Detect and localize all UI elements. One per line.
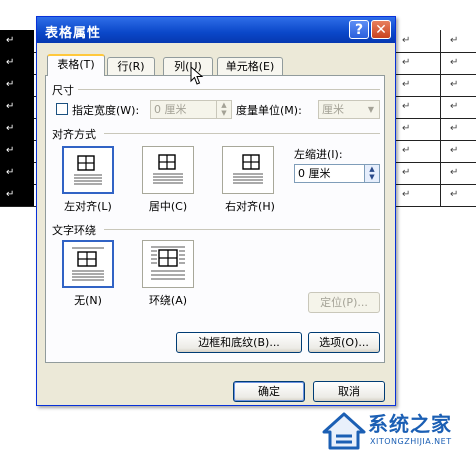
wrap-around-icon — [151, 246, 185, 280]
tab-row[interactable]: 行(R) — [107, 57, 155, 75]
cancel-button[interactable]: 取消 — [313, 381, 385, 402]
positioning-button[interactable]: 定位(P)... — [308, 292, 380, 313]
selected-cell: ↵ — [0, 74, 34, 96]
close-button[interactable]: ✕ — [371, 20, 391, 39]
selected-cell: ↵ — [0, 118, 34, 140]
watermark-url: XITONGZHIJIA.NET — [370, 437, 452, 446]
align-center-label: 居中(C) — [148, 200, 188, 213]
wrap-around-option[interactable] — [142, 240, 194, 288]
ok-button[interactable]: 确定 — [233, 381, 305, 402]
selected-cell: ↵ — [0, 96, 34, 118]
width-input[interactable]: 0 厘米 ▲ ▼ — [150, 100, 232, 119]
align-left-label: 左对齐(L) — [64, 200, 112, 213]
left-indent-input[interactable]: 0 厘米 ▲ ▼ — [294, 164, 380, 183]
chevron-down-icon: ▼ — [367, 105, 375, 114]
watermark-text: 系统之家 — [368, 412, 452, 436]
wrap-none-option[interactable] — [62, 240, 114, 288]
wrap-none-label: 无(N) — [74, 294, 102, 307]
borders-shading-button[interactable]: 边框和底纹(B)... — [176, 332, 302, 353]
selected-cell: ↵ — [0, 30, 34, 52]
unit-label: 度量单位(M): — [236, 104, 302, 117]
selected-cell: ↵ — [0, 52, 34, 74]
mouse-cursor-icon — [190, 66, 204, 85]
align-left-option[interactable] — [62, 146, 114, 194]
specify-width-label: 指定宽度(W): — [72, 104, 140, 117]
align-right-icon — [233, 154, 263, 184]
dialog-title: 表格属性 — [45, 26, 102, 41]
align-right-label: 右对齐(H) — [225, 200, 275, 213]
tab-table[interactable]: 表格(T) — [47, 54, 105, 76]
tab-column[interactable]: 列(U) — [163, 57, 213, 75]
wrap-none-icon — [72, 247, 104, 281]
house-logo-icon — [322, 412, 366, 450]
tab-cell[interactable]: 单元格(E) — [217, 57, 283, 75]
size-section-label: 尺寸 — [52, 84, 74, 97]
table-properties-dialog: 表格属性 ? ✕ 表格(T) 行(R) 列(U) 单元格(E) 尺寸 指定宽度(… — [36, 16, 396, 406]
selected-cell: ↵ — [0, 140, 34, 162]
align-left-icon — [74, 155, 102, 185]
wrap-around-label: 环绕(A) — [148, 294, 188, 307]
align-right-option[interactable] — [222, 146, 274, 194]
dialog-titlebar[interactable]: 表格属性 ? ✕ — [37, 17, 395, 43]
specify-width-checkbox[interactable] — [56, 103, 68, 115]
align-center-option[interactable] — [142, 146, 194, 194]
options-button[interactable]: 选项(O)... — [308, 332, 380, 353]
selected-cell: ↵ — [0, 162, 34, 184]
left-indent-spinner[interactable]: ▲ ▼ — [364, 165, 379, 182]
help-button[interactable]: ? — [349, 20, 369, 39]
watermark: 系统之家 XITONGZHIJIA.NET — [318, 404, 476, 457]
width-spinner[interactable]: ▲ ▼ — [216, 101, 231, 118]
left-indent-label: 左缩进(I): — [294, 148, 343, 161]
align-center-icon — [153, 154, 183, 184]
wrap-section-label: 文字环绕 — [52, 224, 96, 237]
selected-cell: ↵ — [0, 184, 34, 206]
tab-panel-table: 尺寸 指定宽度(W): 0 厘米 ▲▼ 度量单位(M): 厘米 ▼ 对齐方式 — [45, 75, 385, 363]
unit-select[interactable]: 厘米 ▼ — [318, 100, 380, 119]
alignment-section-label: 对齐方式 — [52, 128, 96, 141]
